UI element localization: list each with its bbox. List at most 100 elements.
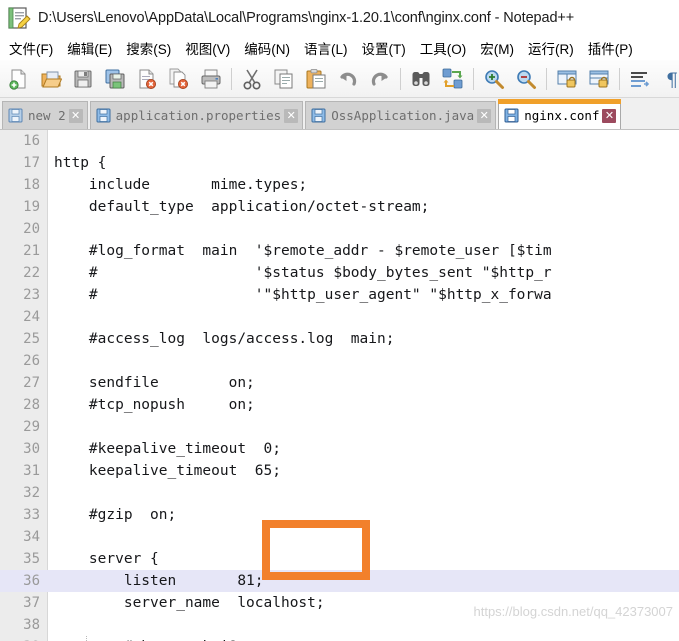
line-number: 28 (23, 397, 40, 413)
zoom-out-icon[interactable] (511, 64, 541, 94)
line-number: 20 (23, 221, 40, 237)
menu-encoding[interactable]: 编码(N) (237, 37, 297, 60)
menu-run[interactable]: 运行(R) (521, 37, 581, 60)
line-number: 36 (0, 570, 40, 592)
code-line: 23 # '"$http_user_agent" "$http_x_forwa (0, 284, 679, 306)
code-text: default_type application/octet-stream; (54, 199, 430, 215)
window-title: D:\Users\Lenovo\AppData\Local\Programs\n… (38, 10, 575, 26)
line-number: 30 (23, 441, 40, 457)
line-number: 32 (23, 485, 40, 501)
toolbar-separator (473, 67, 474, 90)
code-line: 21 #log_format main '$remote_addr - $rem… (0, 240, 679, 262)
show-all-chars-icon[interactable]: ¶ (657, 64, 679, 94)
tab-application-properties[interactable]: application.properties ✕ (89, 101, 304, 129)
copy-icon[interactable] (269, 64, 299, 94)
code-line: 17 http { (0, 152, 679, 174)
menu-tools[interactable]: 工具(O) (413, 37, 474, 60)
code-line: 19 default_type application/octet-stream… (0, 196, 679, 218)
close-icon[interactable]: ✕ (477, 108, 492, 123)
save-icon[interactable] (68, 64, 98, 94)
sync-vertical-icon[interactable] (552, 64, 582, 94)
open-file-icon[interactable] (36, 64, 66, 94)
editor-area[interactable]: 16 17 http {18 include mime.types; 19 defau… (0, 130, 679, 641)
code-line: 20 (0, 218, 679, 240)
close-icon[interactable]: ✕ (602, 108, 617, 123)
code-text: # '$status $body_bytes_sent "$http_r (54, 265, 552, 281)
document-icon (8, 108, 23, 123)
menu-settings[interactable]: 设置(T) (355, 37, 413, 60)
code-text: sendfile on; (54, 375, 255, 391)
menu-view[interactable]: 视图(V) (178, 37, 237, 60)
code-text: #tcp_nopush on; (54, 397, 255, 413)
code-line: 30 #keepalive_timeout 0; (0, 438, 679, 460)
close-icon[interactable]: ✕ (68, 108, 83, 123)
line-number: 19 (23, 199, 40, 215)
redo-icon[interactable] (365, 64, 395, 94)
line-number: 29 (23, 419, 40, 435)
undo-icon[interactable] (333, 64, 363, 94)
menu-macro[interactable]: 宏(M) (473, 37, 521, 60)
cut-icon[interactable] (237, 64, 267, 94)
menu-plugins[interactable]: 插件(P) (581, 37, 640, 60)
new-file-icon[interactable] (4, 64, 34, 94)
code-text: listen 81; (54, 573, 264, 589)
document-icon (311, 108, 326, 123)
save-all-icon[interactable] (100, 64, 130, 94)
code-text: #log_format main '$remote_addr - $remote… (54, 243, 552, 259)
menu-search[interactable]: 搜索(S) (119, 37, 178, 60)
replace-icon[interactable] (438, 64, 468, 94)
code-line: 25 #access_log logs/access.log main; (0, 328, 679, 350)
line-number: 33 (23, 507, 40, 523)
find-icon[interactable] (406, 64, 436, 94)
print-icon[interactable] (196, 64, 226, 94)
menu-language[interactable]: 语言(L) (297, 37, 355, 60)
menu-edit[interactable]: 编辑(E) (60, 37, 119, 60)
code-line: 33 #gzip on; (0, 504, 679, 526)
menu-file[interactable]: 文件(F) (2, 37, 60, 60)
code-text: #access_log logs/access.log main; (54, 331, 395, 347)
paste-icon[interactable] (301, 64, 331, 94)
code-line: 18 include mime.types; (0, 174, 679, 196)
tab-label: OssApplication.java (331, 108, 475, 123)
toolbar-separator (546, 67, 547, 90)
word-wrap-icon[interactable] (625, 64, 655, 94)
notepadpp-window: D:\Users\Lenovo\AppData\Local\Programs\n… (0, 0, 679, 641)
code-line: 32 (0, 482, 679, 504)
tab-ossapplication-java[interactable]: OssApplication.java ✕ (305, 101, 497, 129)
toolbar-separator (231, 67, 232, 90)
code-line: 28 #tcp_nopush on; (0, 394, 679, 416)
code-line: 39 #charset koi8-r; (0, 636, 679, 641)
line-number: 27 (23, 375, 40, 391)
code-line: 38 (0, 614, 679, 636)
code-rows: 16 17 http {18 include mime.types; 19 defau… (0, 130, 679, 641)
line-number: 22 (23, 265, 40, 281)
tab-label: new 2 (28, 108, 66, 123)
line-number: 16 (23, 133, 40, 149)
zoom-in-icon[interactable] (479, 64, 509, 94)
code-line: 26 (0, 350, 679, 372)
code-text: server_name localhost; (54, 595, 325, 611)
code-line: 37 server_name localhost; (0, 592, 679, 614)
code-line: 29 (0, 416, 679, 438)
close-file-icon[interactable] (132, 64, 162, 94)
document-icon (96, 108, 111, 123)
notepadpp-icon (6, 5, 32, 31)
code-line: 36 listen 81; (0, 570, 679, 592)
line-number: 24 (23, 309, 40, 325)
tab-nginx-conf[interactable]: nginx.conf ✕ (498, 99, 622, 129)
code-text: #keepalive_timeout 0; (54, 441, 281, 457)
line-number: 26 (23, 353, 40, 369)
code-line: 24 (0, 306, 679, 328)
close-icon[interactable]: ✕ (284, 108, 299, 123)
close-all-icon[interactable] (164, 64, 194, 94)
sync-horizontal-icon[interactable] (584, 64, 614, 94)
tab-bar: new 2 ✕ application.properties ✕ OssAppl… (0, 98, 679, 130)
tab-new-2[interactable]: new 2 ✕ (2, 101, 88, 129)
line-number: 21 (23, 243, 40, 259)
code-text: keepalive_timeout 65; (54, 463, 281, 479)
code-line: 31 keepalive_timeout 65; (0, 460, 679, 482)
code-line: 34 (0, 526, 679, 548)
menu-bar: 文件(F) 编辑(E) 搜索(S) 视图(V) 编码(N) 语言(L) 设置(T… (0, 36, 679, 60)
tab-label: nginx.conf (524, 108, 600, 123)
code-line: 22 # '$status $body_bytes_sent "$http_r (0, 262, 679, 284)
